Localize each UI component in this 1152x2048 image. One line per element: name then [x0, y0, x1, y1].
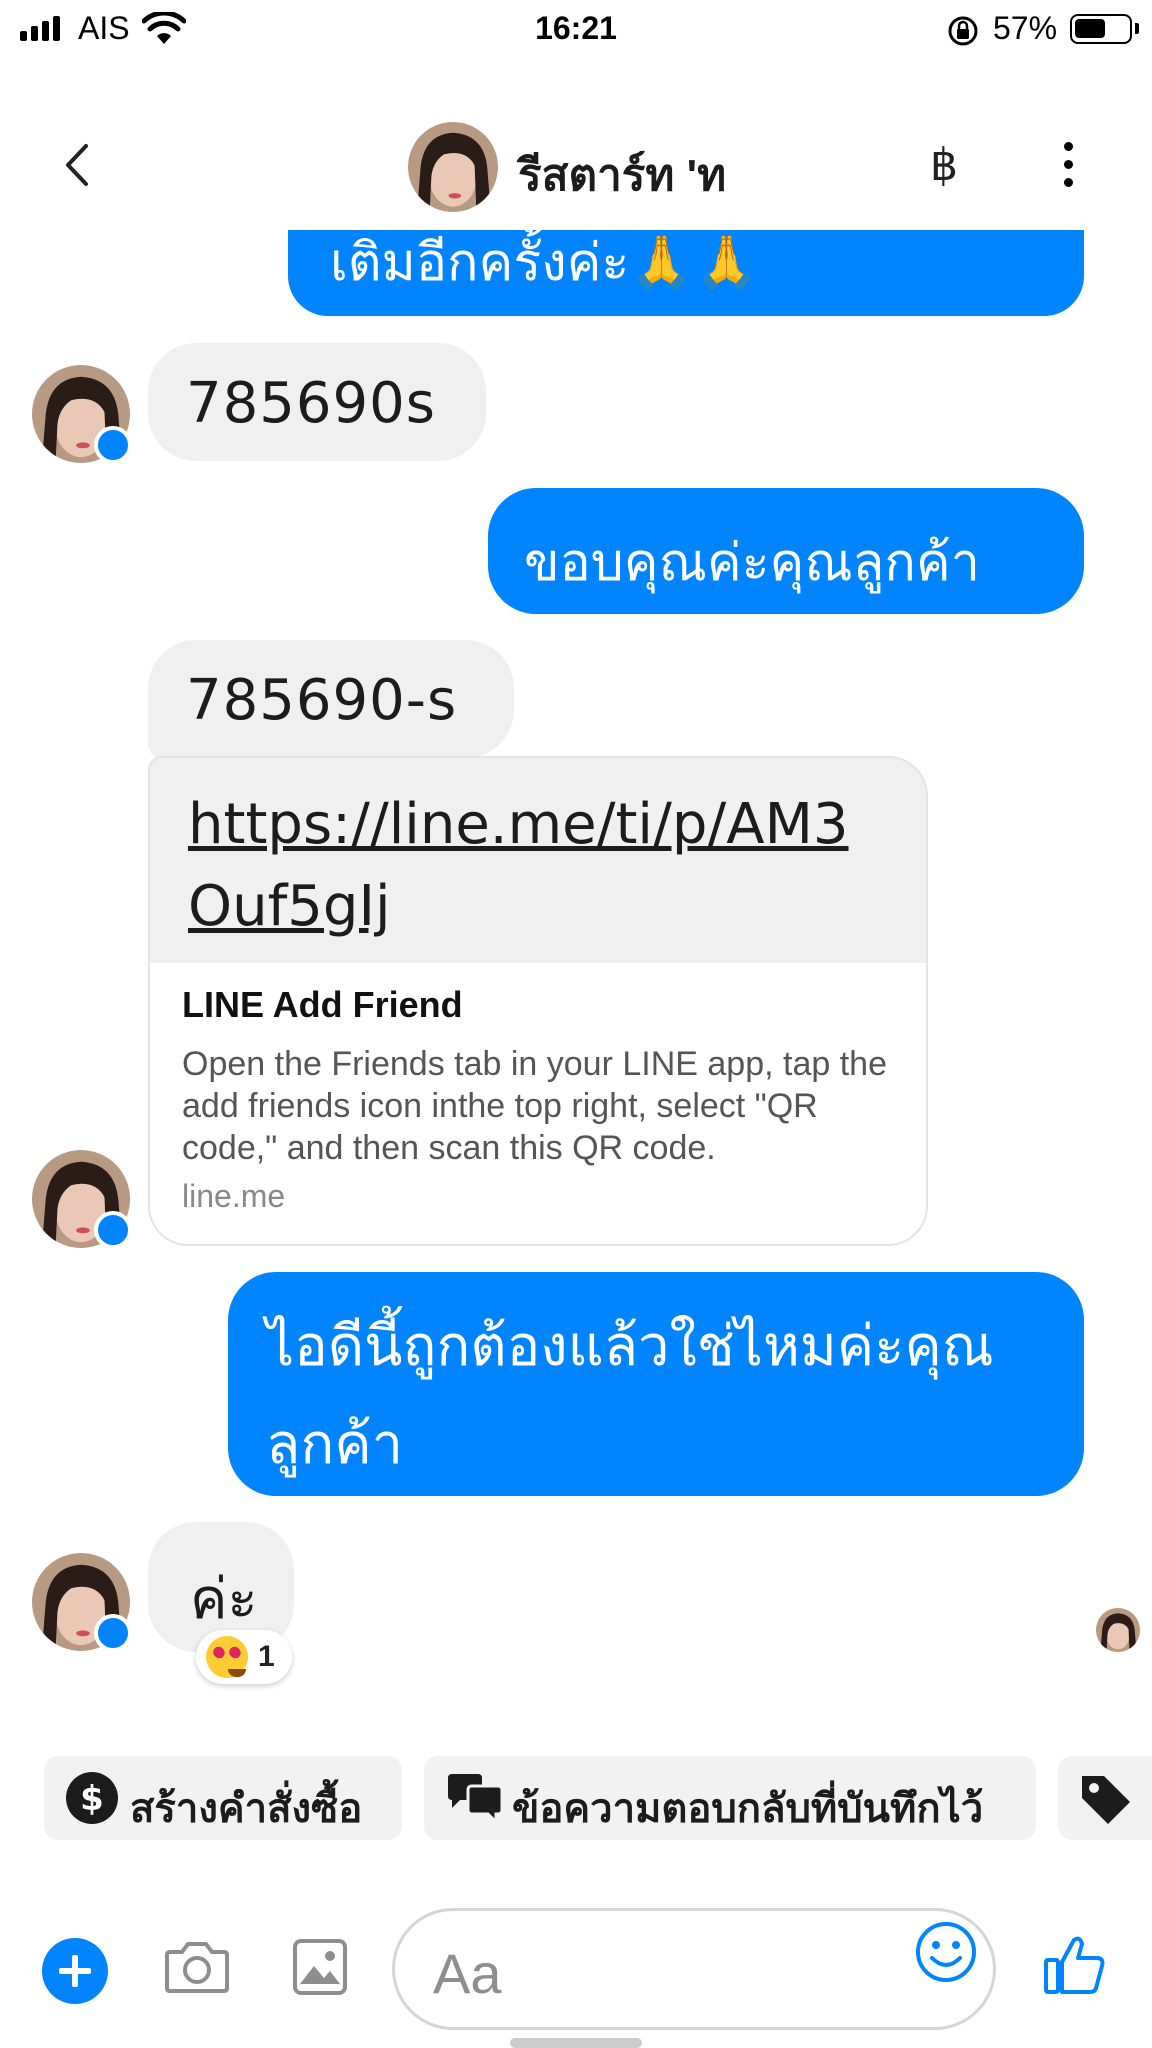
link-url-area: https://line.me/ti/p/AM3Ouf5gIj — [150, 758, 926, 963]
dollar-icon: $ — [66, 1772, 118, 1824]
conversation-header: รีสตาร์ท 'ท ฿ — [0, 100, 1152, 230]
baht-payment-button[interactable]: ฿ — [930, 140, 958, 191]
avatar-image — [408, 122, 498, 212]
reaction-count: 1 — [258, 1640, 275, 1673]
message-text: 785690-s — [186, 668, 458, 733]
messenger-badge-icon — [94, 1614, 132, 1652]
link-preview-domain: line.me — [182, 1178, 286, 1214]
battery-percent: 57% — [993, 10, 1058, 46]
contact-name[interactable]: รีสตาร์ท 'ท — [518, 140, 726, 210]
avatar-image — [1096, 1608, 1140, 1652]
message-text: ขอบคุณค่ะคุณลูกค้า — [524, 533, 980, 593]
link-preview-title: LINE Add Friend — [182, 984, 463, 1025]
battery-icon — [1070, 14, 1132, 44]
create-order-chip[interactable]: $ สร้างคำสั่งซื้อ — [44, 1756, 402, 1840]
battery-cap — [1135, 23, 1139, 34]
saved-replies-icon — [448, 1774, 504, 1824]
chip-label: สร้างคำสั่งซื้อ — [130, 1786, 363, 1832]
chip-label: ข้อความตอบกลับที่บันทึกไว้ — [512, 1786, 984, 1832]
message-composer: Aa — [0, 1890, 1152, 2048]
link-preview-description: Open the Friends tab in your LINE app, t… — [182, 1045, 887, 1167]
incoming-message-bubble[interactable]: 785690s — [148, 343, 486, 461]
plus-icon[interactable] — [42, 1938, 108, 2004]
like-icon[interactable] — [1042, 1932, 1106, 1996]
messenger-badge-icon — [94, 426, 132, 464]
rotation-lock-icon — [948, 16, 978, 46]
message-reaction[interactable]: 1 — [196, 1630, 292, 1684]
status-bar: AIS 16:21 57% — [0, 0, 1152, 60]
svg-text:$: $ — [80, 1779, 104, 1819]
battery-level-fill — [1075, 19, 1105, 38]
outgoing-message-bubble[interactable]: ไอดีนี้ถูกต้องแล้วใช่ไหมค่ะคุณลูกค้า — [228, 1272, 1084, 1496]
emoji-icon[interactable] — [914, 1920, 978, 1984]
message-text: ไอดีนี้ถูกต้องแล้วใช่ไหมค่ะคุณลูกค้า — [266, 1314, 994, 1477]
outgoing-message-bubble[interactable]: ขอบคุณค่ะคุณลูกค้า — [488, 488, 1084, 614]
more-options-icon[interactable] — [1052, 142, 1084, 190]
camera-icon[interactable] — [164, 1938, 230, 1994]
contact-avatar[interactable] — [408, 122, 498, 212]
incoming-message-bubble[interactable]: 785690-s — [148, 640, 514, 758]
tag-chip[interactable] — [1058, 1756, 1152, 1840]
image-icon[interactable] — [292, 1938, 348, 1996]
input-placeholder: Aa — [433, 1942, 502, 2005]
heart-eyes-icon — [206, 1636, 248, 1678]
link-url[interactable]: https://line.me/ti/p/AM3Ouf5gIj — [188, 784, 888, 948]
seen-indicator-avatar — [1096, 1608, 1140, 1652]
message-input[interactable]: Aa — [392, 1908, 996, 2030]
saved-replies-chip[interactable]: ข้อความตอบกลับที่บันทึกไว้ — [424, 1756, 1036, 1840]
back-icon[interactable] — [58, 140, 98, 190]
message-text: 785690s — [186, 371, 436, 436]
home-indicator — [510, 2038, 642, 2048]
messenger-badge-icon — [94, 1211, 132, 1249]
tag-icon — [1082, 1776, 1130, 1824]
message-text: เติมอีกครั้งค่ะ🙏🙏 — [330, 233, 759, 293]
link-preview-card[interactable]: https://line.me/ti/p/AM3Ouf5gIj LINE Add… — [148, 756, 928, 1246]
